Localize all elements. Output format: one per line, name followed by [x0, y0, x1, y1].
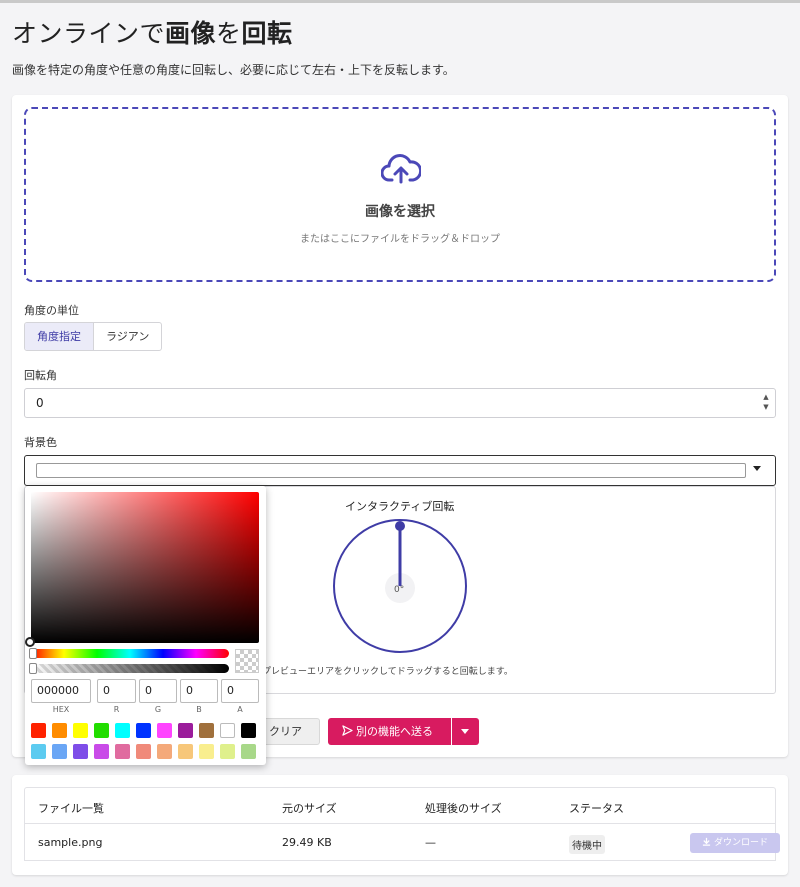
alpha-slider-thumb[interactable] [29, 663, 37, 674]
files-table-header: ファイル一覧 元のサイズ 処理後のサイズ ステータス [24, 787, 776, 824]
top-border [0, 0, 800, 3]
chevron-down-icon [461, 729, 469, 734]
table-row: sample.png 29.49 KB — 待機中 ダウンロード [24, 824, 780, 861]
rotation-angle-label: 回転角 [24, 369, 57, 382]
preset-swatch[interactable] [157, 723, 172, 738]
color-picker-popover: 000000 0 0 0 0 HEX R G B A [25, 486, 266, 765]
file-dropzone[interactable]: 画像を選択 またはここにファイルをドラッグ＆ドロップ [24, 107, 776, 282]
a-input[interactable]: 0 [221, 679, 259, 703]
preset-swatch[interactable] [94, 723, 109, 738]
hue-slider-thumb[interactable] [29, 648, 37, 659]
b-input[interactable]: 0 [180, 679, 218, 703]
preset-swatch[interactable] [115, 723, 130, 738]
page-title: オンラインで画像を回転 [12, 19, 293, 48]
download-icon [702, 837, 711, 846]
color-preview-checker [235, 649, 259, 673]
preset-swatch[interactable] [178, 744, 193, 759]
dropzone-subtitle: またはここにファイルをドラッグ＆ドロップ [300, 234, 500, 245]
preset-swatch[interactable] [115, 744, 130, 759]
color-preview-swatch [36, 463, 746, 478]
preset-swatch[interactable] [220, 723, 235, 738]
dial-handle [395, 521, 405, 531]
preset-swatch[interactable] [241, 744, 256, 759]
cloud-upload-icon [381, 154, 421, 184]
file-processed-size: — [425, 836, 436, 849]
r-label: R [113, 705, 120, 714]
file-original-size: 29.49 KB [282, 836, 332, 849]
background-color-select[interactable] [24, 455, 776, 486]
interactive-rotation-label: インタラクティブ回転 [345, 500, 455, 513]
send-icon [342, 725, 353, 736]
a-label: A [237, 705, 243, 714]
file-name: sample.png [38, 836, 103, 849]
hex-input[interactable]: 000000 [31, 679, 91, 703]
saturation-knob[interactable] [25, 637, 35, 647]
preset-swatch[interactable] [73, 744, 88, 759]
chevron-down-icon [753, 466, 761, 471]
saturation-value-area[interactable] [31, 492, 259, 643]
dropzone-title: 画像を選択 [365, 204, 435, 220]
hex-label: HEX [52, 705, 70, 714]
preset-swatch[interactable] [52, 744, 67, 759]
preset-swatch[interactable] [73, 723, 88, 738]
b-label: B [196, 705, 202, 714]
angle-unit-label: 角度の単位 [24, 304, 79, 317]
spinner-arrows-icon[interactable]: ▲ ▼ [761, 392, 771, 412]
dial-angle-text: 0° [394, 585, 404, 595]
preset-swatch[interactable] [199, 723, 214, 738]
download-button[interactable]: ダウンロード [690, 833, 780, 853]
angle-unit-toggle: 角度指定 ラジアン [24, 322, 163, 351]
send-to-feature-button[interactable]: 別の機能へ送る [328, 718, 451, 745]
rotation-angle-input[interactable]: 0 ▲ ▼ [24, 388, 776, 418]
header-processed-size: 処理後のサイズ [425, 802, 502, 815]
preset-swatch[interactable] [157, 744, 172, 759]
status-badge: 待機中 [569, 835, 605, 854]
hue-slider[interactable] [31, 649, 229, 658]
g-input[interactable]: 0 [139, 679, 177, 703]
preset-swatch[interactable] [220, 744, 235, 759]
preset-swatch[interactable] [199, 744, 214, 759]
preset-swatch[interactable] [136, 744, 151, 759]
page-subtitle: 画像を特定の角度や任意の角度に回転し、必要に応じて左右・上下を反転します。 [12, 63, 455, 77]
preset-swatch[interactable] [241, 723, 256, 738]
send-options-dropdown[interactable] [452, 718, 479, 745]
header-status: ステータス [569, 802, 624, 815]
preset-swatch[interactable] [94, 744, 109, 759]
interactive-hint: プレビューエリアをクリックしてドラッグすると回転します。 [262, 667, 513, 677]
angle-unit-radians[interactable]: ラジアン [94, 323, 161, 350]
alpha-slider[interactable] [31, 664, 229, 673]
clear-button[interactable]: クリア [262, 718, 320, 745]
preset-swatch[interactable] [178, 723, 193, 738]
rotation-angle-value: 0 [36, 396, 44, 410]
preset-swatch[interactable] [136, 723, 151, 738]
header-original-size: 元のサイズ [282, 802, 337, 815]
preset-swatch[interactable] [31, 723, 46, 738]
header-file-list: ファイル一覧 [38, 802, 104, 815]
preset-swatch[interactable] [52, 723, 67, 738]
preset-swatch[interactable] [31, 744, 46, 759]
background-color-label: 背景色 [24, 436, 57, 449]
r-input[interactable]: 0 [97, 679, 136, 703]
angle-unit-degrees[interactable]: 角度指定 [25, 323, 94, 350]
g-label: G [154, 705, 162, 714]
rotation-dial[interactable]: 0° [332, 518, 468, 654]
